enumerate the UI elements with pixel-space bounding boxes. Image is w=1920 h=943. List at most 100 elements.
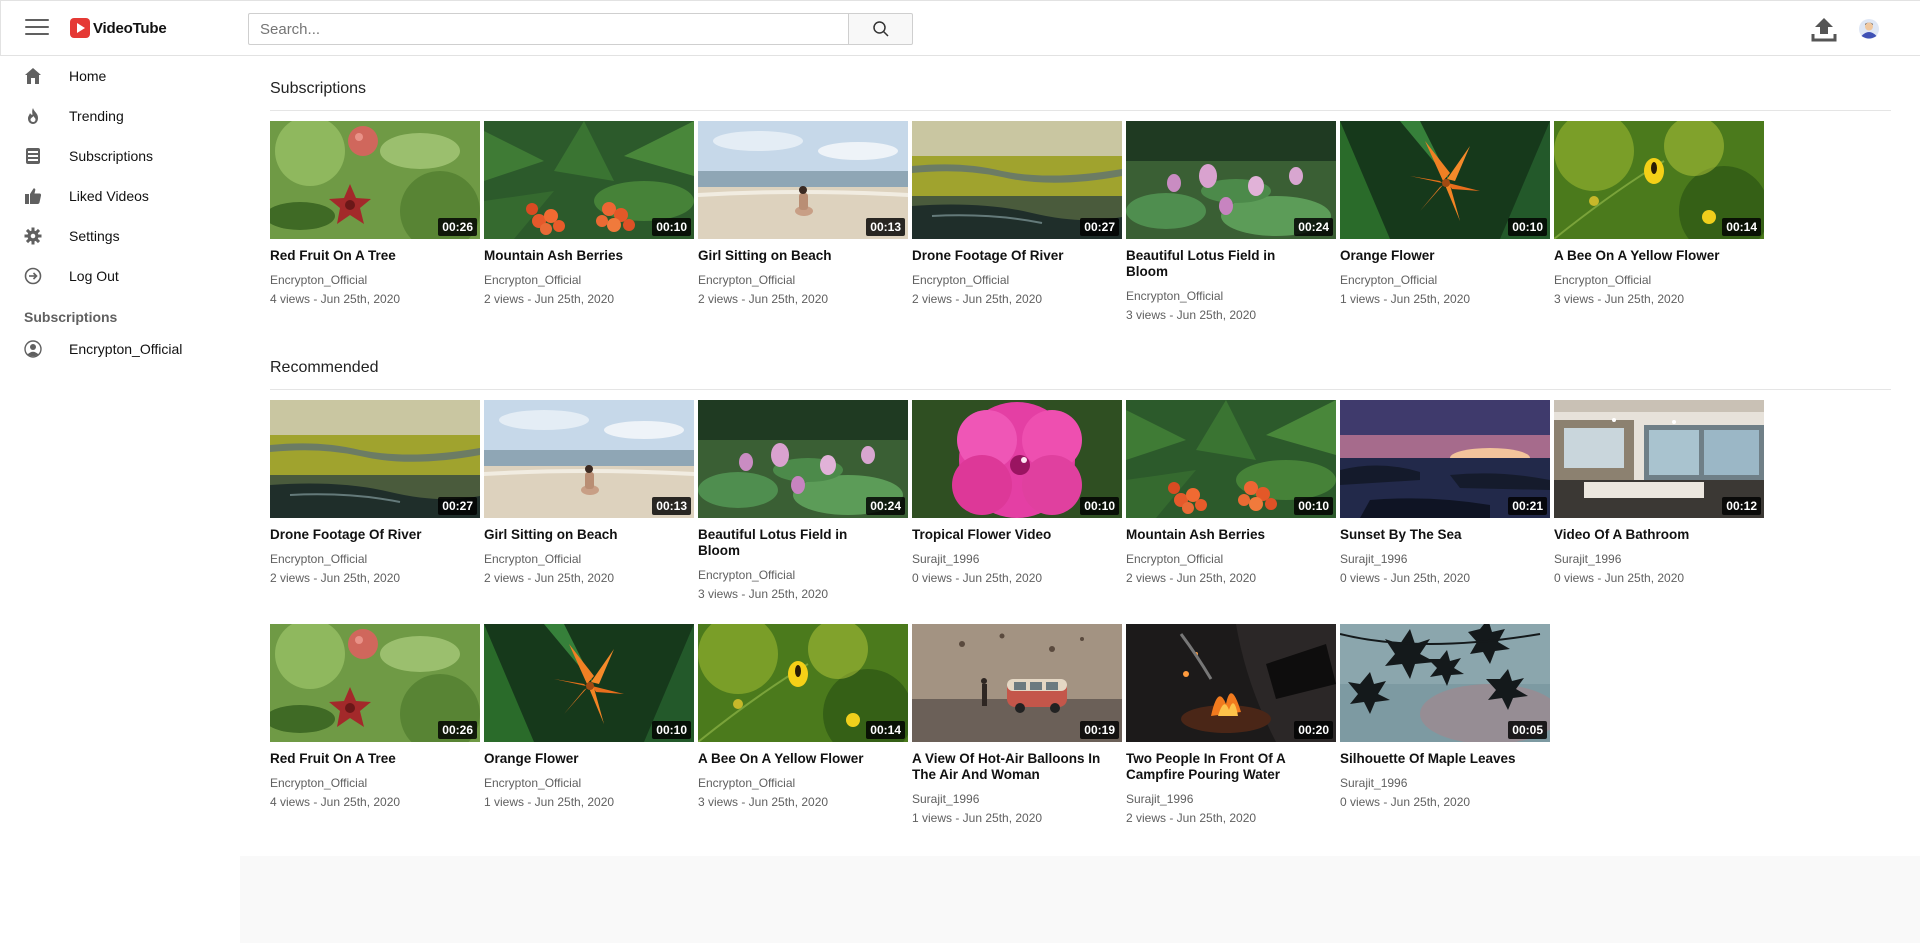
video-thumbnail[interactable]: 00:10 <box>1126 400 1336 518</box>
video-thumbnail[interactable]: 00:26 <box>270 624 480 742</box>
video-card[interactable]: 00:13 Girl Sitting on Beach Encrypton_Offi… <box>484 400 694 585</box>
video-thumbnail[interactable]: 00:24 <box>1126 121 1336 239</box>
video-channel[interactable]: Encrypton_Official <box>270 776 480 790</box>
video-channel[interactable]: Encrypton_Official <box>912 273 1122 287</box>
video-channel[interactable]: Encrypton_Official <box>1126 552 1336 566</box>
logo[interactable]: VideoTube <box>70 18 167 38</box>
video-title[interactable]: Beautiful Lotus Field in Bloom <box>698 527 888 559</box>
video-title[interactable]: Orange Flower <box>484 751 674 767</box>
video-card[interactable]: 00:10 Orange Flower Encrypton_Official 1 vi… <box>484 624 694 809</box>
video-card[interactable]: 00:14 A Bee On A Yellow Flower Encrypton_O… <box>1554 121 1764 306</box>
video-card[interactable]: 00:10 Orange Flower Encrypton_Official 1 vi… <box>1340 121 1550 306</box>
sidebar-item-log-out[interactable]: Log Out <box>0 256 240 296</box>
gear-icon <box>24 227 42 245</box>
video-channel[interactable]: Surajit_1996 <box>1554 552 1764 566</box>
video-duration: 00:14 <box>1722 218 1761 236</box>
video-title[interactable]: Sunset By The Sea <box>1340 527 1530 543</box>
video-thumbnail[interactable]: 00:10 <box>912 400 1122 518</box>
video-title[interactable]: A Bee On A Yellow Flower <box>1554 248 1744 264</box>
video-card[interactable]: 00:20 Two People In Front Of A Campfire P… <box>1126 624 1336 825</box>
video-card[interactable]: 00:26 Red Fruit On A Tree Encrypton_Offici… <box>270 121 480 306</box>
video-channel[interactable]: Encrypton_Official <box>1126 289 1336 303</box>
video-card[interactable]: 00:14 A Bee On A Yellow Flower Encrypton_O… <box>698 624 908 809</box>
video-title[interactable]: Red Fruit On A Tree <box>270 751 460 767</box>
video-channel[interactable]: Surajit_1996 <box>1340 776 1550 790</box>
video-card[interactable]: 00:19 A View Of Hot-Air Balloons In The A… <box>912 624 1122 825</box>
sidebar-item-home[interactable]: Home <box>0 56 240 96</box>
video-channel[interactable]: Surajit_1996 <box>1340 552 1550 566</box>
video-title[interactable]: Girl Sitting on Beach <box>484 527 674 543</box>
video-thumbnail[interactable]: 00:14 <box>1554 121 1764 239</box>
video-card[interactable]: 00:10 Mountain Ash Berries Encrypton_Offic… <box>484 121 694 306</box>
video-channel[interactable]: Encrypton_Official <box>698 568 908 582</box>
video-meta: 0 views - Jun 25th, 2020 <box>912 571 1043 585</box>
video-title[interactable]: A View Of Hot-Air Balloons In The Air An… <box>912 751 1102 783</box>
video-thumbnail[interactable]: 00:10 <box>484 624 694 742</box>
video-title[interactable]: Video Of A Bathroom <box>1554 527 1744 543</box>
video-title[interactable]: Tropical Flower Video <box>912 527 1102 543</box>
video-title[interactable]: Mountain Ash Berries <box>1126 527 1316 543</box>
sidebar-item-settings[interactable]: Settings <box>0 216 240 256</box>
video-card[interactable]: 00:24 Beautiful Lotus Field in Bloom Encry… <box>1126 121 1336 322</box>
video-card[interactable]: 00:21 Sunset By The Sea Surajit_1996 0 view… <box>1340 400 1550 585</box>
video-thumbnail[interactable]: 00:24 <box>698 400 908 518</box>
video-channel[interactable]: Encrypton_Official <box>698 273 908 287</box>
sidebar-item-label: Log Out <box>69 268 119 284</box>
video-thumbnail[interactable]: 00:27 <box>270 400 480 518</box>
video-thumbnail[interactable]: 00:10 <box>1340 121 1550 239</box>
video-duration: 00:24 <box>866 497 905 515</box>
video-thumbnail[interactable]: 00:20 <box>1126 624 1336 742</box>
sidebar-item-trending[interactable]: Trending <box>0 96 240 136</box>
video-thumbnail[interactable]: 00:27 <box>912 121 1122 239</box>
video-channel[interactable]: Encrypton_Official <box>698 776 908 790</box>
video-thumbnail[interactable]: 00:21 <box>1340 400 1550 518</box>
video-title[interactable]: Mountain Ash Berries <box>484 248 674 264</box>
video-meta: 4 views - Jun 25th, 2020 <box>270 292 401 306</box>
video-thumbnail[interactable]: 00:19 <box>912 624 1122 742</box>
video-title[interactable]: Girl Sitting on Beach <box>698 248 888 264</box>
sidebar-subscriptions-heading: Subscriptions <box>24 309 118 325</box>
search-button[interactable] <box>848 13 913 45</box>
video-thumbnail[interactable]: 00:14 <box>698 624 908 742</box>
video-title[interactable]: Red Fruit On A Tree <box>270 248 460 264</box>
video-title[interactable]: Orange Flower <box>1340 248 1530 264</box>
hamburger-menu-icon[interactable] <box>25 19 49 39</box>
video-card[interactable]: 00:10 Mountain Ash Berries Encrypton_Offic… <box>1126 400 1336 585</box>
video-channel[interactable]: Encrypton_Official <box>1340 273 1550 287</box>
video-card[interactable]: 00:13 Girl Sitting on Beach Encrypton_Offi… <box>698 121 908 306</box>
video-thumbnail[interactable]: 00:13 <box>484 400 694 518</box>
video-channel[interactable]: Encrypton_Official <box>270 273 480 287</box>
video-title[interactable]: Two People In Front Of A Campfire Pourin… <box>1126 751 1316 783</box>
video-title[interactable]: Drone Footage Of River <box>270 527 460 543</box>
sidebar-channel-encrypton-official[interactable]: Encrypton_Official <box>0 329 240 369</box>
video-channel[interactable]: Encrypton_Official <box>484 776 694 790</box>
video-thumbnail[interactable]: 00:13 <box>698 121 908 239</box>
upload-button[interactable] <box>1811 15 1837 43</box>
video-card[interactable]: 00:05 Silhouette Of Maple Leaves Surajit_1… <box>1340 624 1550 809</box>
video-channel[interactable]: Encrypton_Official <box>484 273 694 287</box>
video-thumbnail[interactable]: 00:26 <box>270 121 480 239</box>
sidebar-item-subscriptions[interactable]: Subscriptions <box>0 136 240 176</box>
video-title[interactable]: A Bee On A Yellow Flower <box>698 751 888 767</box>
sidebar-item-liked-videos[interactable]: Liked Videos <box>0 176 240 216</box>
video-card[interactable]: 00:12 Video Of A Bathroom Surajit_1996 0 vi… <box>1554 400 1764 585</box>
video-channel[interactable]: Encrypton_Official <box>1554 273 1764 287</box>
video-channel[interactable]: Encrypton_Official <box>270 552 480 566</box>
avatar[interactable] <box>1858 18 1880 40</box>
video-title[interactable]: Beautiful Lotus Field in Bloom <box>1126 248 1316 280</box>
video-channel[interactable]: Surajit_1996 <box>912 552 1122 566</box>
video-card[interactable]: 00:24 Beautiful Lotus Field in Bloom Encry… <box>698 400 908 601</box>
video-card[interactable]: 00:26 Red Fruit On A Tree Encrypton_Offici… <box>270 624 480 809</box>
video-thumbnail[interactable]: 00:10 <box>484 121 694 239</box>
video-title[interactable]: Drone Footage Of River <box>912 248 1102 264</box>
video-thumbnail[interactable]: 00:12 <box>1554 400 1764 518</box>
video-card[interactable]: 00:27 Drone Footage Of River Encrypton_Off… <box>270 400 480 585</box>
video-title[interactable]: Silhouette Of Maple Leaves <box>1340 751 1530 767</box>
video-channel[interactable]: Surajit_1996 <box>1126 792 1336 806</box>
search-input[interactable] <box>248 13 848 45</box>
video-channel[interactable]: Encrypton_Official <box>484 552 694 566</box>
video-card[interactable]: 00:27 Drone Footage Of River Encrypton_Off… <box>912 121 1122 306</box>
video-card[interactable]: 00:10 Tropical Flower Video Surajit_1996 0 … <box>912 400 1122 585</box>
video-thumbnail[interactable]: 00:05 <box>1340 624 1550 742</box>
video-channel[interactable]: Surajit_1996 <box>912 792 1122 806</box>
